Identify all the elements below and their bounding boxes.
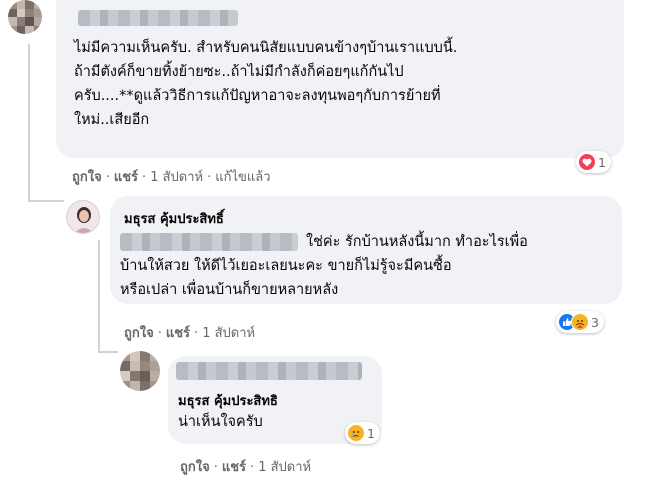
- thread-line-elbow: [28, 200, 64, 202]
- comment-line: ไม่มีความเห็นครับ. สำหรับคนนิสัยแบบคนข้า…: [74, 40, 458, 56]
- author-name-redacted[interactable]: [78, 10, 238, 26]
- avatar[interactable]: [8, 0, 42, 34]
- like-link[interactable]: ถูกใจ: [124, 322, 154, 343]
- reply-bubble: มธุรส คุ้มประสิทธิ์ ใช่ค่ะ รักบ้านหลังนี…: [110, 196, 622, 304]
- like-link[interactable]: ถูกใจ: [180, 456, 210, 477]
- author-name[interactable]: มธุรส คุ้มประสิทธิ์: [124, 208, 224, 229]
- like-link[interactable]: ถูกใจ: [72, 166, 102, 187]
- timestamp[interactable]: 1 สัปดาห์: [202, 322, 255, 343]
- reply-line: ใช่ค่ะ รักบ้านหลังนี้มาก ทำอะไรเพื่อ: [306, 234, 528, 250]
- comment-text: ไม่มีความเห็นครับ. สำหรับคนนิสัยแบบคนข้า…: [74, 36, 457, 132]
- comment-line: ใหม่..เสียอีก: [74, 112, 150, 128]
- reply-line: หรือเปล่า เพื่อนบ้านก็ขายหลายหลัง: [120, 282, 339, 298]
- author-name-redacted[interactable]: [176, 362, 362, 380]
- share-link[interactable]: แชร์: [114, 166, 138, 187]
- author-name[interactable]: มธุรส คุ้มประสิทธิ: [178, 390, 278, 411]
- reaction-count: 1: [367, 425, 375, 441]
- thread-line-reply: [98, 240, 100, 352]
- comment-bubble: ไม่มีความเห็นครับ. สำหรับคนนิสัยแบบคนข้า…: [56, 0, 624, 158]
- share-link[interactable]: แชร์: [166, 322, 190, 343]
- comment-line: ถ้ามีตังค์ก็ขายทิ้งย้ายซะ..ถ้าไม่มีกำลัง…: [74, 64, 404, 80]
- timestamp[interactable]: 1 สัปดาห์: [258, 456, 311, 477]
- reply-actions: ถูกใจ · แชร์ · 1 สัปดาห์: [180, 456, 311, 477]
- profile-photo-icon: [67, 201, 99, 233]
- thread-line-elbow-2: [98, 351, 118, 353]
- timestamp[interactable]: 1 สัปดาห์: [150, 166, 203, 187]
- sad-icon: [347, 424, 365, 442]
- share-link[interactable]: แชร์: [222, 456, 246, 477]
- reply-line: บ้านให้สวย ให้ดีไว้เยอะเลยนะคะ ขายก็ไม่ร…: [120, 258, 452, 274]
- heart-icon: [578, 153, 596, 171]
- care-icon: [571, 313, 589, 331]
- reply-text: ใช่ค่ะ รักบ้านหลังนี้มาก ทำอะไรเพื่อ บ้า…: [120, 230, 528, 302]
- reaction-summary[interactable]: 3: [556, 311, 604, 333]
- reply-text: น่าเห็นใจครับ: [178, 414, 263, 430]
- reaction-summary[interactable]: 1: [345, 422, 380, 444]
- reply-first-line: ใช่ค่ะ รักบ้านหลังนี้มาก ทำอะไรเพื่อ: [120, 230, 528, 254]
- edited-label[interactable]: แก้ไขแล้ว: [215, 166, 270, 187]
- reply-actions: ถูกใจ · แชร์ · 1 สัปดาห์: [124, 322, 255, 343]
- reaction-count: 3: [591, 314, 599, 330]
- tagged-name-redacted[interactable]: [120, 233, 298, 251]
- avatar[interactable]: [66, 200, 100, 234]
- reaction-count: 1: [598, 154, 606, 170]
- thread-line-main: [28, 44, 30, 202]
- avatar[interactable]: [120, 351, 160, 391]
- reaction-summary[interactable]: 1: [576, 151, 611, 173]
- comment-line: ครับ....**ดูแล้ววิธีการแก้ปัญหาอาจะลงทุน…: [74, 88, 441, 104]
- comment-actions: ถูกใจ · แชร์ · 1 สัปดาห์ · แก้ไขแล้ว: [72, 166, 271, 187]
